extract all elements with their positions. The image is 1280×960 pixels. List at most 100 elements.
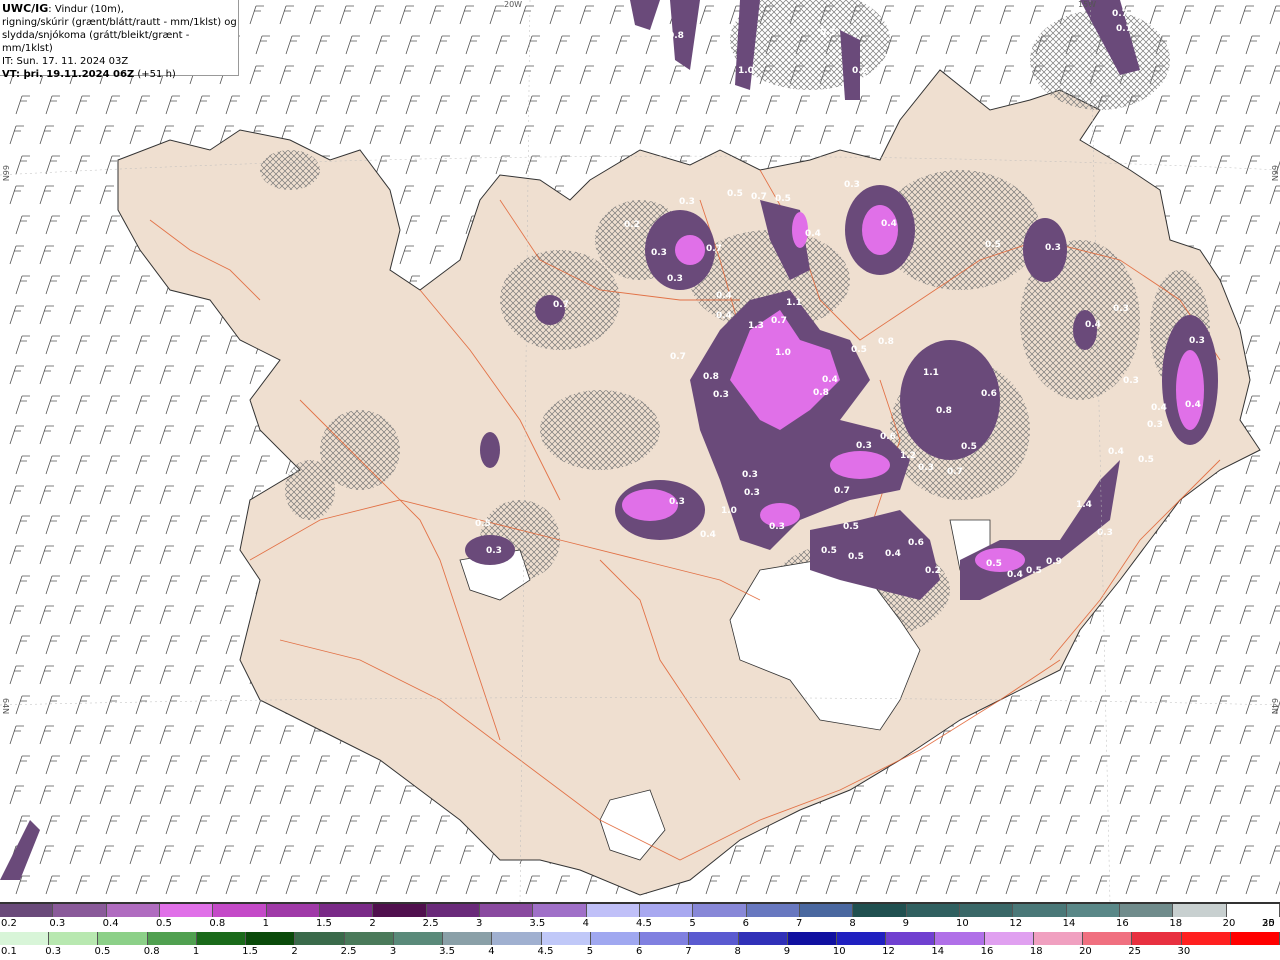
colorbar-swatch xyxy=(1066,904,1120,917)
colorbar-swatch xyxy=(479,904,534,917)
colorbar-tick-label: 18 xyxy=(1029,946,1043,957)
colorbar-swatch xyxy=(1173,904,1227,917)
precip-value-label: 0.4 xyxy=(1108,447,1124,457)
precip-value-label: 0.3 xyxy=(1097,528,1113,538)
precip-value-label: 0.7 xyxy=(1112,9,1128,19)
precip-value-label: 0.8 xyxy=(878,337,894,347)
colorbar-swatch xyxy=(959,904,1014,917)
colorbar-tick-label: 5 xyxy=(689,918,696,929)
valid-time-prefix: VT: xyxy=(2,69,21,80)
edge-label-15w: 15W xyxy=(1078,0,1097,9)
precip-value-label: 0.6 xyxy=(852,66,868,76)
precip-value-label: 1.3 xyxy=(748,321,764,331)
precip-value-label: 0.3 xyxy=(713,390,729,400)
colorbar-swatch xyxy=(246,932,296,945)
title-line3: slydda/snjókoma (grátt/bleikt/grænt - mm… xyxy=(2,30,190,54)
precip-value-label: 0.4 xyxy=(885,549,901,559)
precip-value-label: 0.3 xyxy=(742,470,758,480)
colorbar-tick-label: 8 xyxy=(734,946,741,957)
map-info-box: UWC/IG: Vindur (10m), rigning/skúrir (gr… xyxy=(0,0,239,80)
precip-value-label: 0.4 xyxy=(700,530,716,540)
colorbar-swatch xyxy=(1033,932,1084,945)
colorbar-tick-label: 16 xyxy=(1116,918,1129,929)
colorbar-tick-label: 9 xyxy=(902,918,910,929)
colorbar-swatch xyxy=(886,932,936,945)
colorbar-swatch xyxy=(693,904,747,917)
precip-value-label: 0.4 xyxy=(1085,320,1101,330)
colorbar-tick-label: 2.5 xyxy=(340,946,357,957)
colorbar-tick-label: 10 xyxy=(956,918,969,929)
edge-label-64n-left: 64N xyxy=(1,698,10,715)
colorbar-tick-label: 14 xyxy=(931,946,945,957)
colorbar-tick-label: 12 xyxy=(882,946,895,957)
colorbar-tick-label: 8 xyxy=(849,918,856,929)
colorbar-tick-label: 0.3 xyxy=(49,918,66,929)
colorbar-swatch xyxy=(984,932,1034,945)
colorbar-tick-label: 2 xyxy=(291,946,298,957)
colorbar-swatch xyxy=(853,904,907,917)
precip-value-label: 0.5 xyxy=(961,442,977,452)
colorbar-tick-label: 12 xyxy=(1009,918,1023,929)
colorbar-tick-label: 25 xyxy=(1128,946,1142,957)
colorbar-tick-label: 0.2 xyxy=(1,918,17,929)
edge-label-66n-right: 66N xyxy=(1270,165,1279,182)
precip-value-label: 0.4 xyxy=(716,291,732,301)
precip-value-label: 0.6 xyxy=(880,432,896,442)
colorbar-swatch xyxy=(1132,932,1182,945)
colorbar-tick-label: 7 xyxy=(685,946,692,957)
precip-value-label: 0.8 xyxy=(668,31,684,41)
colorbar-tick-label: 2.5 xyxy=(422,918,439,929)
colorbar-swatch xyxy=(586,904,640,917)
precip-value-label: 0.5 xyxy=(821,546,837,556)
edge-label-66n-left: 66N xyxy=(1,165,10,182)
precip-value-label: 0.4 xyxy=(881,219,897,229)
precip-value-label: 0.4 xyxy=(822,375,838,385)
snow-colorbar xyxy=(0,904,1280,917)
precip-value-label: 0.5 xyxy=(727,189,743,199)
colorbar-swatch xyxy=(147,932,197,945)
colorbar-tick-label: 30 xyxy=(1177,946,1191,957)
colorbar-tick-label: 1 xyxy=(262,918,270,929)
precip-value-label: 0.5 xyxy=(985,240,1001,250)
colorbar-swatch xyxy=(373,904,427,917)
colorbar-swatch xyxy=(689,932,739,945)
precip-value-label: 0.8 xyxy=(813,388,829,398)
colorbar-swatch xyxy=(738,932,788,945)
colorbar-swatch xyxy=(799,904,854,917)
colorbar-tick-label: 4 xyxy=(488,946,495,957)
weather-map: 0.8 1.0 0.5 0.6 0.7 0.7 0.3 0.5 0.7 0.2 0.3 0.7 0.3 0… xyxy=(0,0,1280,902)
colorbar-tick-label: 4.5 xyxy=(636,918,652,929)
colorbar-swatch xyxy=(266,904,320,917)
precip-value-label: 0.5 xyxy=(1138,455,1154,465)
precip-value-label: 0.3 xyxy=(1189,336,1205,346)
colorbar-swatch xyxy=(213,904,267,917)
colorbar-tick-label: 20 xyxy=(1222,918,1236,929)
colorbar-swatch xyxy=(106,904,160,917)
colorbar-tick-label: 4.5 xyxy=(537,946,554,957)
precip-value-label: 1.4 xyxy=(1076,500,1092,510)
precip-value-label: 0.7 xyxy=(947,467,963,477)
colorbar-swatch xyxy=(426,904,480,917)
colorbar-swatch xyxy=(344,932,394,945)
colorbar-tick-label: 1 xyxy=(192,946,200,957)
precip-value-label: 0.5 xyxy=(848,552,864,562)
precip-value-label: 1.0 xyxy=(721,506,737,516)
precip-value-label: 0.7 xyxy=(751,192,767,202)
precip-value-label: 1.0 xyxy=(775,348,791,358)
colorbar-tick-label: 9 xyxy=(783,946,791,957)
colorbar-tick-label: 10 xyxy=(832,946,846,957)
precip-value-label: 0.3 xyxy=(1113,304,1129,314)
precip-value-label: 0.5 xyxy=(1026,566,1042,576)
model-name: UWC/IG xyxy=(2,2,49,15)
edge-label-64n-right: 64N xyxy=(1270,698,1279,715)
precip-value-label: 0.4 xyxy=(1185,400,1201,410)
colorbar-swatch xyxy=(53,904,107,917)
precip-value-label: 1.1 xyxy=(786,298,802,308)
colorbar-tick-label: 3 xyxy=(476,918,483,929)
precip-value-label: 1.2 xyxy=(900,451,916,461)
colorbar-tick-label: 0.5 xyxy=(156,918,172,929)
precip-value-label: 0.7 xyxy=(553,300,569,310)
colorbar-tick-label: 3 xyxy=(389,946,397,957)
colorbar-swatch xyxy=(0,904,54,917)
colorbar-tick-label: 14 xyxy=(1062,918,1076,929)
